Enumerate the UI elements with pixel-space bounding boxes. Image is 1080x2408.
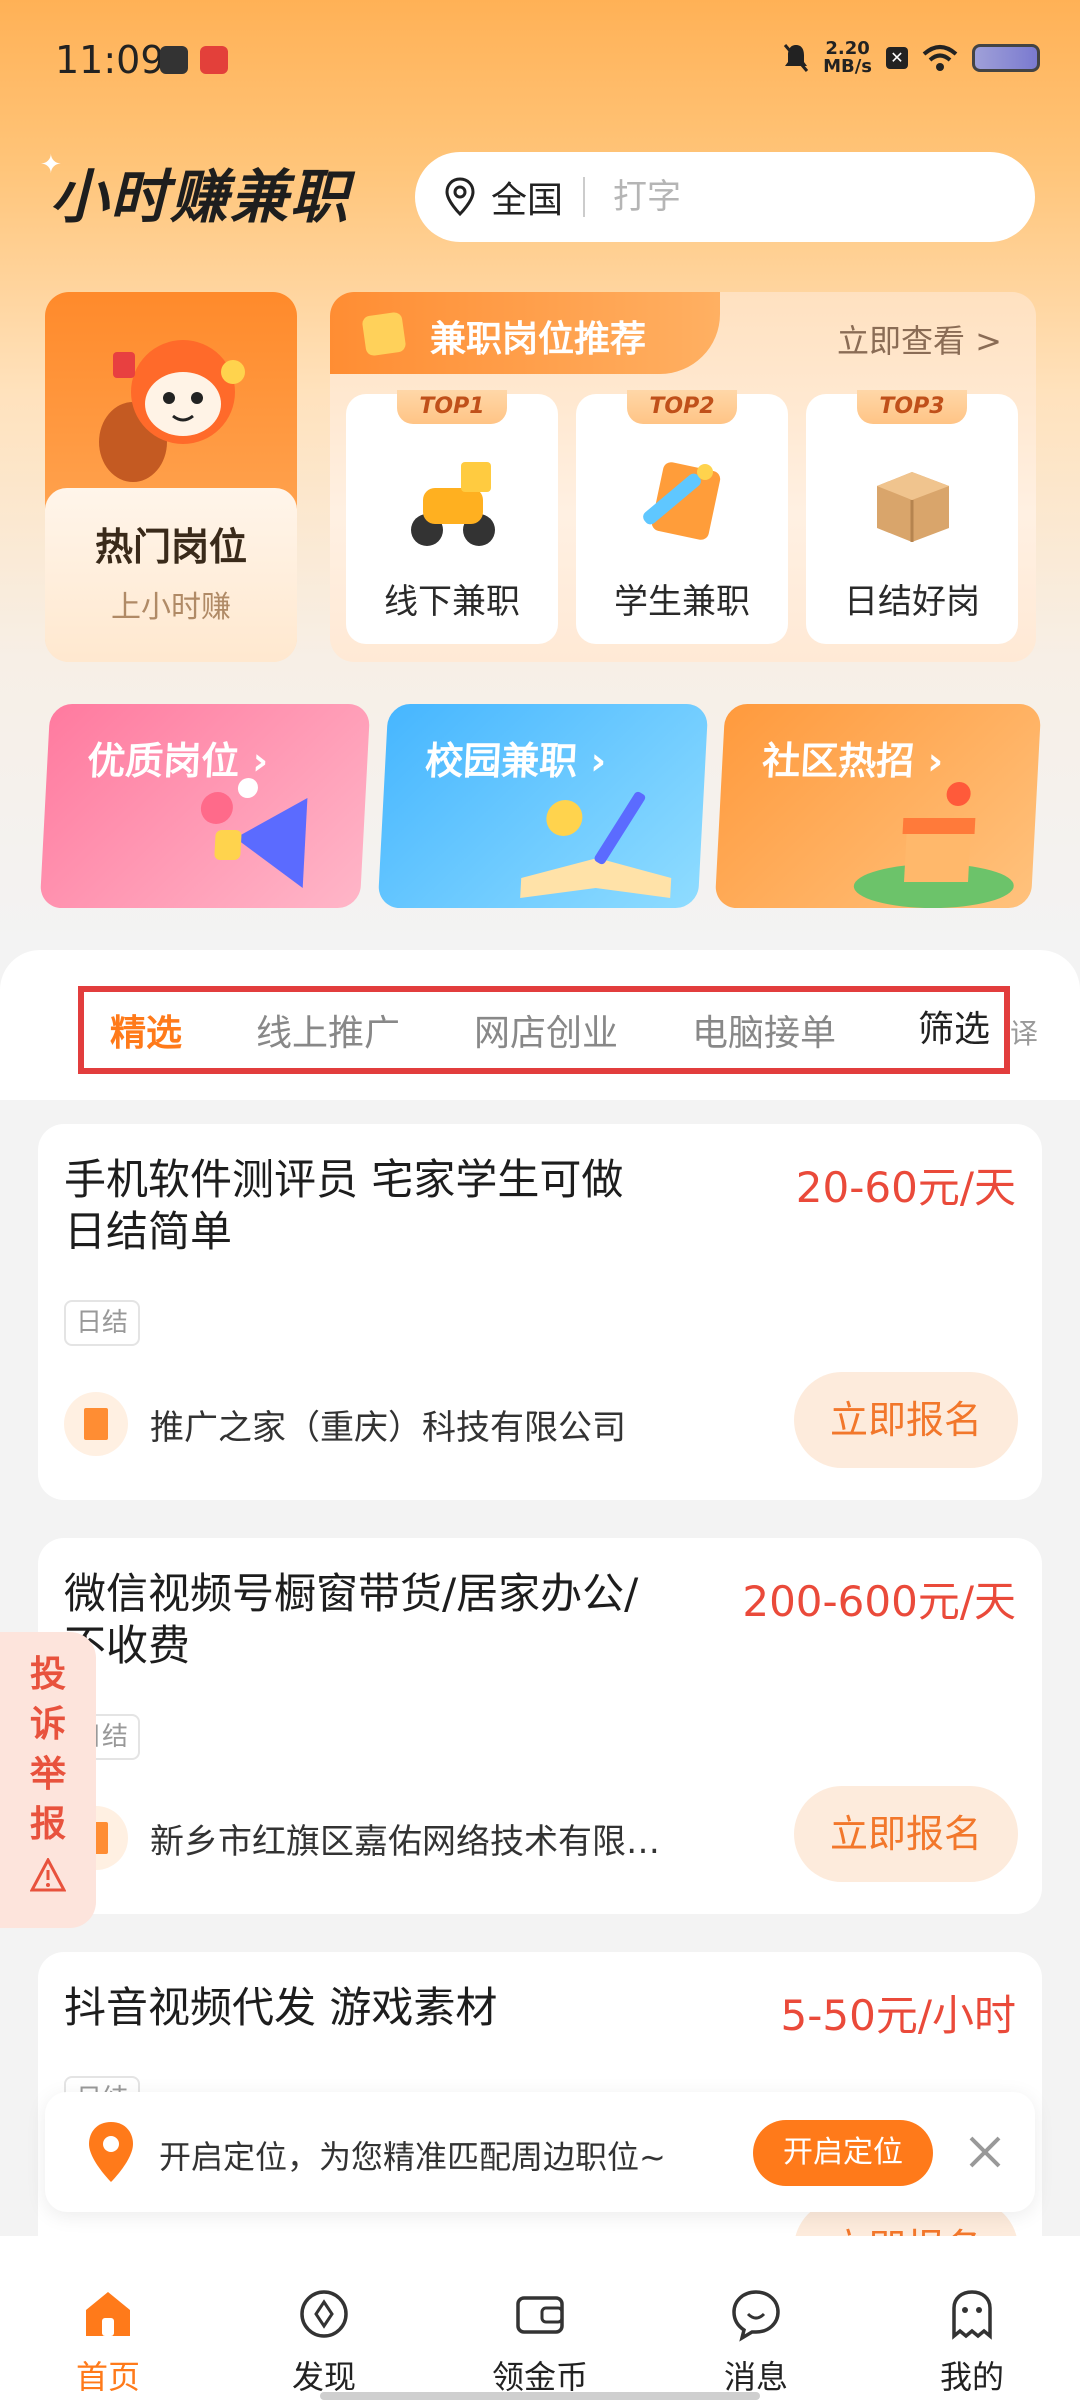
nav-home[interactable]: 首页 (0, 2236, 216, 2408)
job-category-tabs: 精选 线上推广 网店创业 电脑接单 筛选 (78, 986, 1010, 1074)
calendar-icon (361, 311, 407, 357)
recommend-panel: 兼职岗位推荐 立即查看 > TOP1 线下兼职 TOP2 学生兼职 TOP3 日… (330, 292, 1036, 662)
tab-online-promotion[interactable]: 线上推广 (256, 1004, 400, 1056)
location-message: 开启定位，为您精准匹配周边职位~ (159, 2138, 666, 2176)
wifi-icon (922, 45, 958, 71)
rank-badge: TOP3 (857, 390, 967, 424)
company-building-icon (64, 1392, 128, 1456)
job-salary: 200-600元/天 (742, 1577, 1016, 1626)
package-box-icon (877, 472, 949, 542)
notification-app-icon-2 (200, 46, 228, 74)
report-button[interactable]: 投诉举报 (0, 1632, 96, 1928)
view-more-link[interactable]: 立即查看 > (837, 316, 1002, 362)
company-name: 推广之家（重庆）科技有限公司 (150, 1407, 626, 1448)
bottom-nav: 首页 发现 领金币 消息 我的 (0, 2236, 1080, 2408)
search-input[interactable] (613, 177, 974, 217)
nav-discover[interactable]: 发现 (216, 2236, 432, 2408)
nav-label: 我的 (939, 2358, 1004, 2396)
sim-off-icon: ✕ (886, 47, 908, 69)
nav-coins[interactable]: 领金币 (432, 2236, 648, 2408)
nav-label: 首页 (75, 2358, 140, 2396)
hot-card-panel (45, 488, 297, 662)
wallet-icon (516, 2296, 564, 2334)
tab-computer-orders[interactable]: 电脑接单 (692, 1004, 836, 1056)
job-salary: 5-50元/小时 (780, 1991, 1016, 2040)
squirrel-mascot-icon (99, 340, 245, 482)
location-pin-icon (89, 2122, 133, 2182)
message-icon (732, 2290, 780, 2342)
job-card[interactable]: 微信视频号橱窗带货/居家办公/不收费 200-600元/天 日结 新乡市红旗区嘉… (38, 1538, 1042, 1914)
compass-icon (300, 2290, 348, 2338)
hot-card-title: 热门岗位 (94, 525, 247, 569)
recommend-title: 兼职岗位推荐 (430, 319, 647, 360)
network-speed-unit: MB/s (823, 56, 872, 77)
recommend-item-label: 线下兼职 (384, 582, 520, 622)
job-title: 微信视频号橱窗带货/居家办公/不收费 (64, 1569, 639, 1670)
hot-positions-card[interactable]: 热门岗位 上小时赚 (45, 292, 297, 662)
report-label: 投诉举报 (29, 1654, 66, 1845)
warning-icon (29, 1856, 67, 1892)
status-time: 11:09 (55, 38, 165, 82)
home-indicator (320, 2392, 760, 2400)
category-community-jobs[interactable]: 社区热招 › (714, 704, 1042, 908)
tab-overflow-hint: 译 (1010, 1017, 1039, 1050)
app-logo: 小时赚兼职 (50, 163, 351, 231)
category-campus-jobs[interactable]: 校园兼职 › (377, 704, 709, 908)
close-icon[interactable] (961, 2128, 1009, 2176)
recommend-item-label: 日结好岗 (844, 582, 980, 622)
nav-messages[interactable]: 消息 (648, 2236, 864, 2408)
company-name: 新乡市红旗区嘉佑网络技术有限… (150, 1821, 660, 1862)
status-bar: 11:09 2.20 MB/s ✕ (0, 0, 1080, 120)
region-selector[interactable]: 全国 (491, 171, 563, 223)
job-card[interactable]: 手机软件测评员 宅家学生可做日结简单 20-60元/天 日结 推广之家（重庆）科… (38, 1124, 1042, 1500)
recommend-item-offline[interactable]: TOP1 线下兼职 (346, 390, 558, 644)
notification-app-icon (160, 46, 188, 74)
job-salary: 20-60元/天 (795, 1163, 1016, 1212)
apply-button[interactable]: 立即报名 (794, 1372, 1018, 1468)
job-company: 新乡市红旗区嘉佑网络技术有限… (64, 1806, 660, 1870)
recommend-item-student[interactable]: TOP2 学生兼职 (576, 390, 788, 644)
megaphone-icon (200, 778, 308, 888)
battery-icon (972, 44, 1040, 72)
rank-badge: TOP2 (627, 390, 737, 424)
job-tag: 日结 (64, 1300, 141, 1346)
category-quality-jobs[interactable]: 优质岗位 › (39, 704, 371, 908)
profile-icon (952, 2290, 992, 2340)
status-right: 2.20 MB/s ✕ (783, 40, 1040, 76)
job-company: 推广之家（重庆）科技有限公司 (64, 1392, 626, 1456)
search-divider (583, 177, 586, 217)
hot-card-subtitle: 上小时赚 (111, 590, 231, 625)
scooter-icon (411, 462, 495, 546)
filter-button[interactable]: 筛选 (903, 992, 1004, 1068)
shop-building-icon (853, 782, 1014, 908)
network-speed: 2.20 MB/s (823, 40, 872, 76)
search-bar[interactable]: 全国 (415, 152, 1035, 242)
home-icon (86, 2292, 130, 2336)
job-title: 抖音视频代发 游戏素材 (64, 1983, 498, 2032)
recommend-item-daily[interactable]: TOP3 日结好岗 (806, 390, 1018, 644)
open-book-icon (520, 791, 672, 898)
mute-bell-icon (783, 44, 809, 72)
tab-featured[interactable]: 精选 (110, 1004, 182, 1056)
enable-location-button[interactable]: 开启定位 (753, 2120, 933, 2186)
notebook-pencil-icon (643, 462, 721, 540)
recommend-item-label: 学生兼职 (614, 582, 750, 622)
apply-button[interactable]: 立即报名 (794, 1786, 1018, 1882)
location-pin-icon (445, 177, 475, 217)
location-prompt: 开启定位，为您精准匹配周边职位~ 开启定位 (45, 2092, 1035, 2212)
tab-online-store[interactable]: 网店创业 (474, 1004, 618, 1056)
job-title: 手机软件测评员 宅家学生可做日结简单 (64, 1155, 624, 1256)
nav-profile[interactable]: 我的 (864, 2236, 1080, 2408)
rank-badge: TOP1 (397, 390, 507, 424)
